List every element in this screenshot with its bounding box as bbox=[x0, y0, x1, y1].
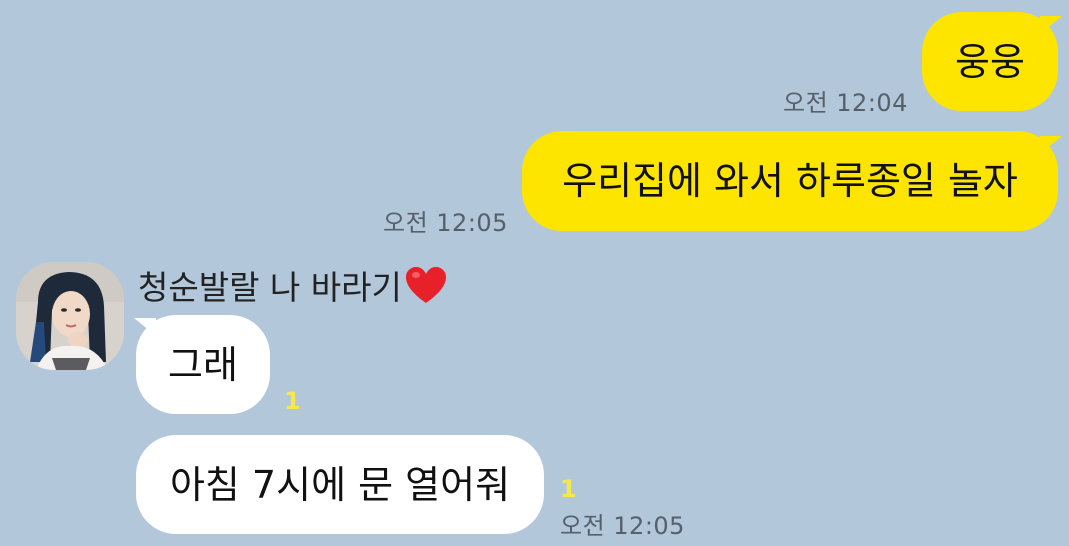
message-text: 우리집에 와서 하루종일 놀자 bbox=[562, 159, 1018, 203]
message-time: 오전 12:04 bbox=[783, 89, 908, 117]
message-bubble-theirs[interactable]: 그래 bbox=[136, 315, 270, 414]
message-text: 그래 bbox=[168, 342, 238, 387]
heart-icon bbox=[405, 267, 446, 303]
unread-count: 1 bbox=[560, 475, 577, 503]
bubble-tail bbox=[1040, 16, 1062, 34]
message-bubble-mine[interactable]: 우리집에 와서 하루종일 놀자 bbox=[522, 131, 1058, 231]
sender-name-text: 청순발랄 나 바라기 bbox=[138, 268, 402, 307]
bubble-tail bbox=[1040, 136, 1062, 154]
profile-photo bbox=[16, 262, 124, 370]
unread-count: 1 bbox=[284, 387, 301, 415]
chat-room: 웅웅 오전 12:04 우리집에 와서 하루종일 놀자 오전 12:05 청순발… bbox=[0, 0, 1069, 546]
message-text: 아침 7시에 문 열어줘 bbox=[169, 462, 511, 507]
message-time: 오전 12:05 bbox=[383, 209, 508, 237]
message-time: 오전 12:05 bbox=[560, 512, 685, 540]
bubble-tail bbox=[134, 318, 156, 336]
message-bubble-theirs[interactable]: 아침 7시에 문 열어줘 bbox=[136, 435, 544, 534]
message-bubble-mine[interactable]: 웅웅 bbox=[922, 12, 1058, 111]
sender-name: 청순발랄 나 바라기 bbox=[138, 262, 448, 308]
message-text: 웅웅 bbox=[955, 39, 1025, 84]
avatar[interactable] bbox=[16, 262, 124, 370]
